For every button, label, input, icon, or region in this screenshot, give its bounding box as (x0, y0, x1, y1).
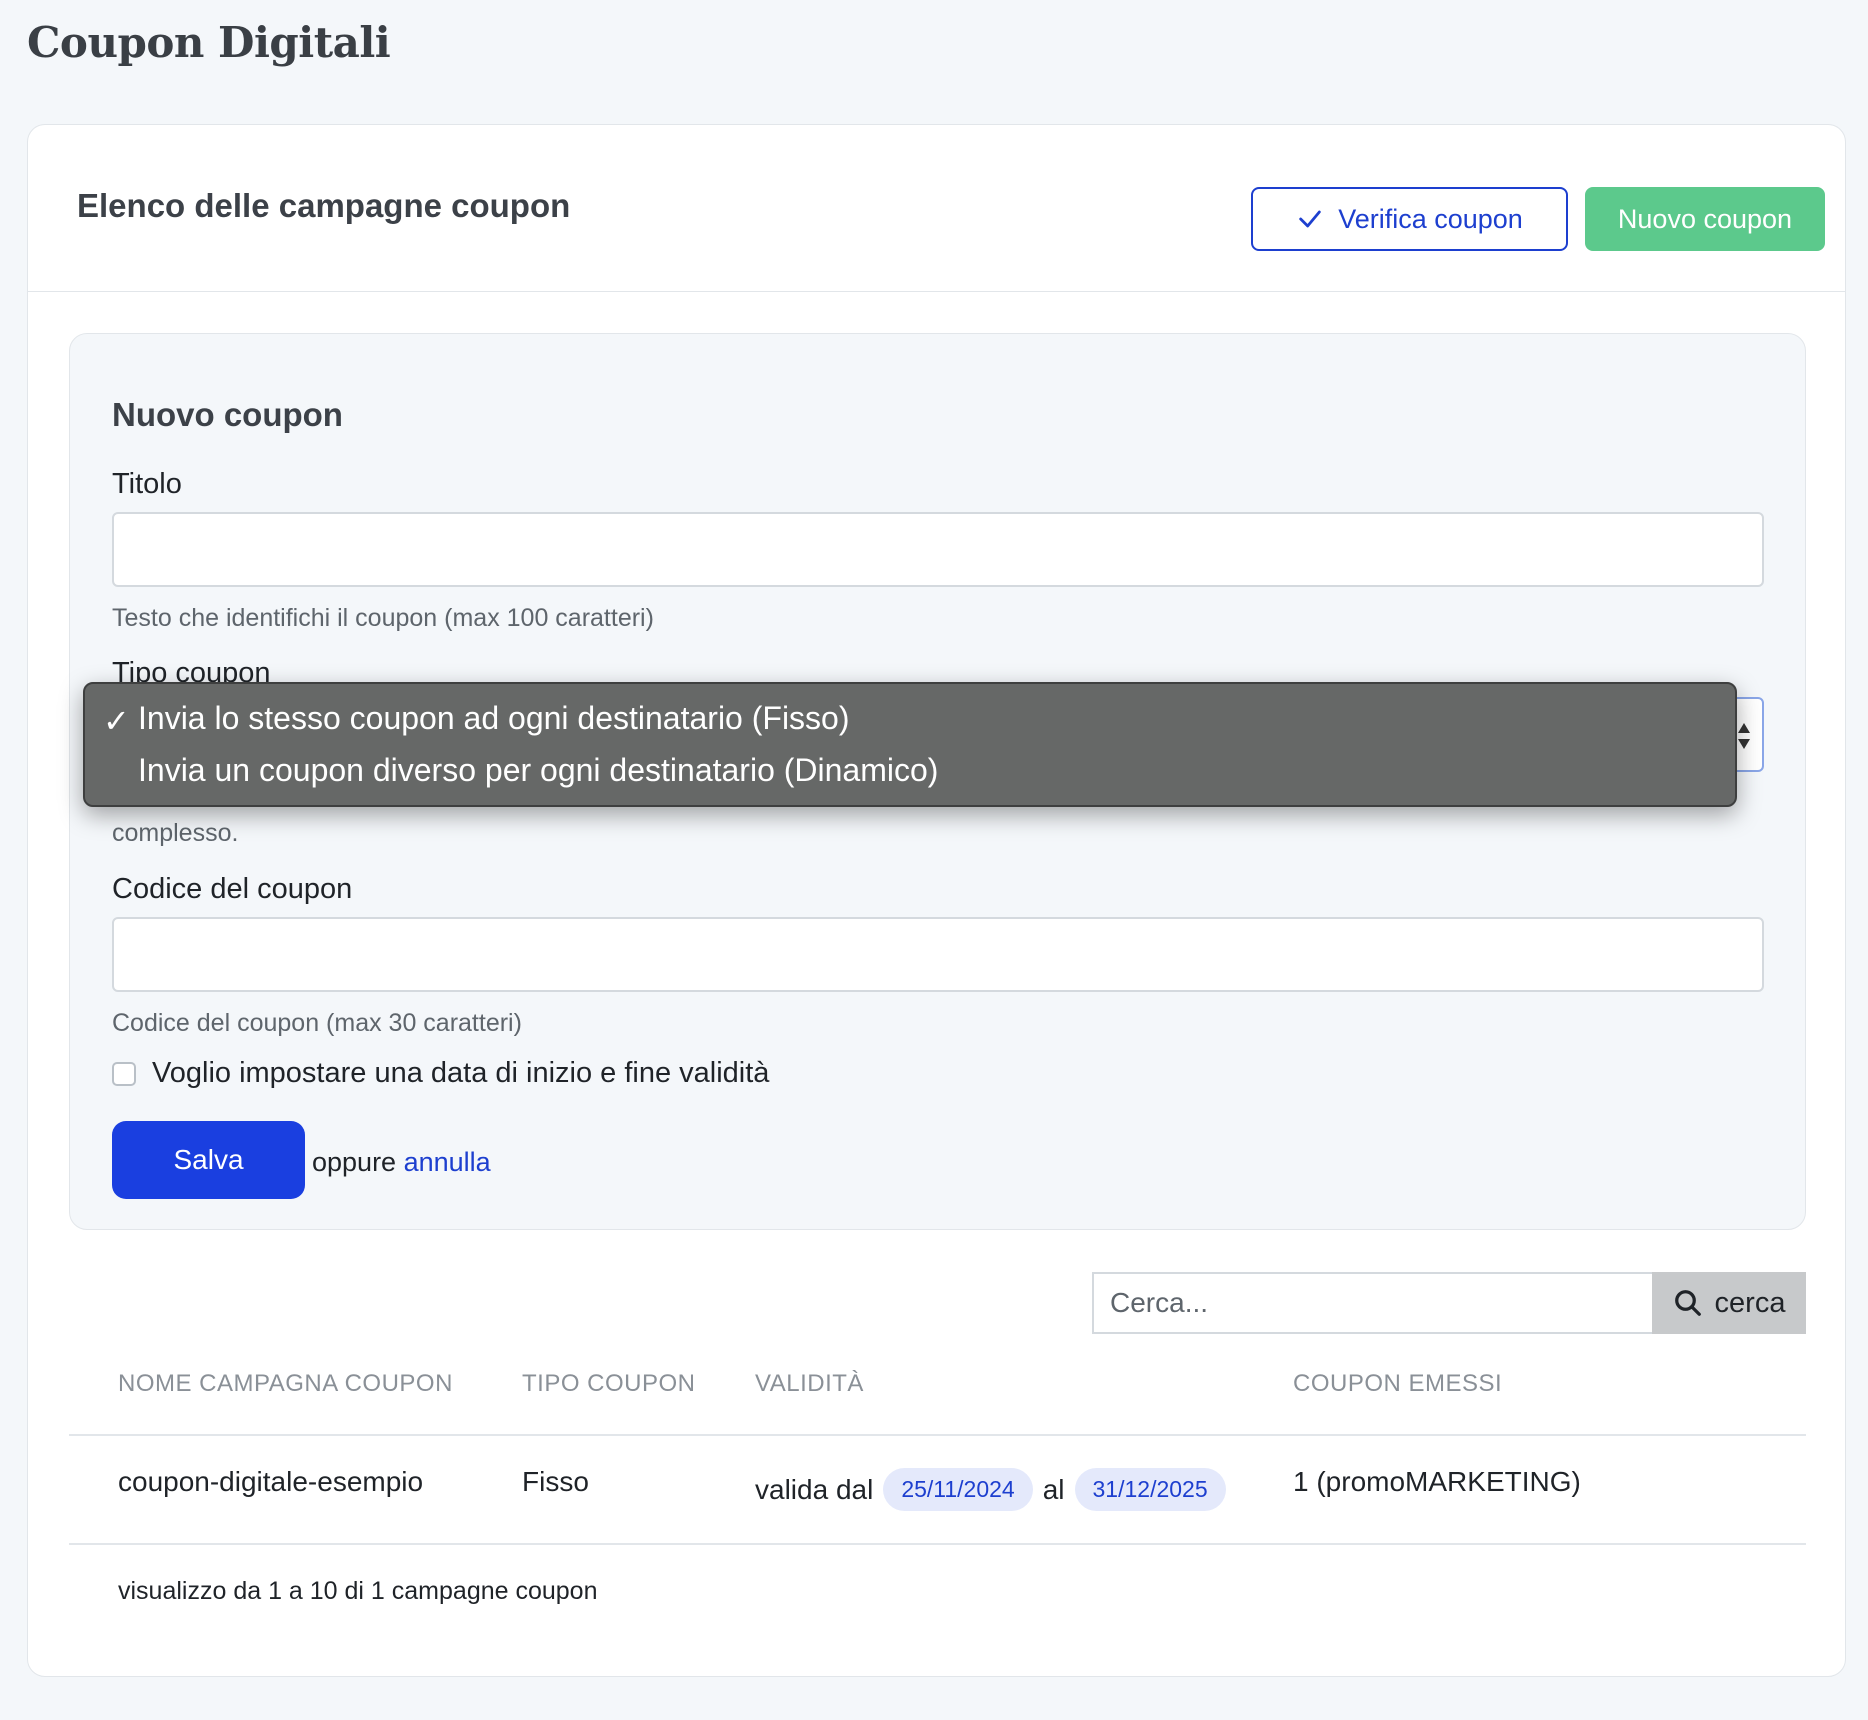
codice-input[interactable] (112, 917, 1764, 992)
new-coupon-button[interactable]: Nuovo coupon (1585, 187, 1825, 251)
search-input[interactable] (1092, 1272, 1652, 1334)
header-campaign-name[interactable]: NOME CAMPAGNA COUPON (118, 1370, 453, 1398)
validity-checkbox[interactable] (112, 1061, 136, 1086)
cell-issued: 1 (promoMARKETING) (1293, 1466, 1581, 1497)
validity-checkbox-row: Voglio impostare una data di inizio e fi… (112, 1057, 769, 1090)
codice-help: Codice del coupon (max 30 caratteri) (112, 1009, 522, 1037)
cancel-link[interactable]: annulla (404, 1147, 491, 1177)
titolo-input[interactable] (112, 512, 1764, 587)
header-validity[interactable]: VALIDITÀ (755, 1370, 864, 1398)
table-divider (69, 1434, 1806, 1436)
dropdown-option-dinamico[interactable]: Invia un coupon diverso per ogni destina… (138, 752, 938, 789)
page-title: Coupon Digitali (27, 18, 391, 67)
valid-from-label: valida dal (755, 1473, 874, 1505)
titolo-help: Testo che identifichi il coupon (max 100… (112, 604, 654, 632)
save-button[interactable]: Salva (112, 1121, 305, 1199)
search-bar: cerca (1092, 1272, 1806, 1334)
select-arrows-icon (1738, 723, 1750, 749)
table-divider (69, 1543, 1806, 1545)
dropdown-option-fisso[interactable]: Invia lo stesso coupon ad ogni destinata… (138, 700, 850, 737)
verify-coupon-button[interactable]: Verifica coupon (1251, 187, 1568, 251)
header-coupon-type[interactable]: TIPO COUPON (522, 1370, 696, 1398)
valid-to-badge: 31/12/2025 (1074, 1468, 1226, 1511)
cell-coupon-type: Fisso (522, 1466, 589, 1497)
or-label: oppure (312, 1147, 397, 1177)
titolo-label: Titolo (112, 468, 182, 500)
header-issued[interactable]: COUPON EMESSI (1293, 1370, 1502, 1398)
valid-to-label: al (1042, 1473, 1065, 1505)
check-icon (1299, 210, 1321, 228)
card-header: Elenco delle campagne coupon Verifica co… (28, 125, 1845, 292)
search-button-label: cerca (1714, 1286, 1786, 1319)
card-title: Elenco delle campagne coupon (77, 187, 571, 224)
form-title: Nuovo coupon (112, 396, 343, 433)
tipo-coupon-help: complesso. (112, 819, 239, 847)
search-icon (1674, 1290, 1701, 1316)
selected-check-icon: ✓ (103, 703, 130, 739)
verify-coupon-label: Verifica coupon (1338, 203, 1523, 234)
search-button[interactable]: cerca (1652, 1272, 1806, 1334)
cell-campaign-name[interactable]: coupon-digitale-esempio (118, 1466, 423, 1498)
cell-validity: valida dal 25/11/2024 al 31/12/2025 (755, 1468, 1226, 1511)
pagination-info: visualizzo da 1 a 10 di 1 campagne coupo… (118, 1577, 598, 1605)
validity-checkbox-label[interactable]: Voglio impostare una data di inizio e fi… (152, 1057, 769, 1090)
campaign-card: Elenco delle campagne coupon Verifica co… (27, 124, 1846, 1677)
codice-label: Codice del coupon (112, 873, 353, 905)
or-cancel: oppure annulla (312, 1147, 491, 1178)
tipo-coupon-dropdown: ✓ Invia lo stesso coupon ad ogni destina… (83, 682, 1737, 807)
valid-from-badge: 25/11/2024 (883, 1468, 1033, 1511)
